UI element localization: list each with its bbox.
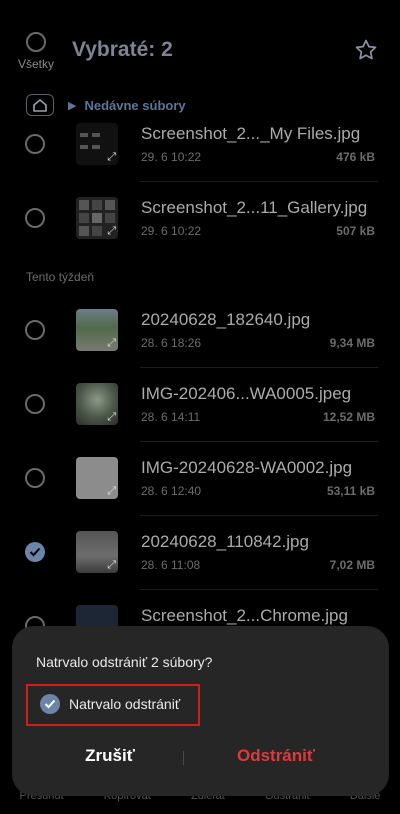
star-icon[interactable] [354, 38, 378, 62]
expand-icon: ⤢ [107, 151, 116, 163]
file-date: 29. 6 10:22 [141, 224, 202, 238]
checkbox-checked-icon[interactable] [40, 694, 60, 714]
file-date: 28. 6 14:11 [141, 410, 201, 424]
file-name: IMG-20240628-WA0002.jpg [141, 458, 353, 477]
file-name: Screenshot_2...Chrome.jpg [141, 606, 348, 625]
file-size: 7,02 MB [329, 558, 375, 572]
breadcrumb: ▶ Nedávne súbory [26, 92, 186, 118]
file-date: 28. 6 18:26 [141, 336, 202, 350]
file-name: Screenshot_2...11_Gallery.jpg [141, 198, 368, 217]
file-date: 29. 6 10:22 [141, 150, 202, 164]
breadcrumb-arrow-icon: ▶ [68, 99, 77, 112]
file-date: 28. 6 11:08 [141, 558, 201, 572]
checkmark-icon [44, 699, 56, 709]
file-name: 20240628_110842.jpg [141, 532, 309, 551]
breadcrumb-recent-files[interactable]: Nedávne súbory [84, 98, 185, 113]
file-thumbnail: ⤢ [76, 309, 118, 351]
row-select-radio[interactable] [25, 468, 45, 488]
select-all-label: Všetky [17, 57, 54, 71]
file-date: 28. 6 12:40 [141, 484, 202, 498]
select-all-toggle[interactable]: Všetky [14, 32, 58, 71]
row-selected-check-icon[interactable] [25, 542, 45, 562]
file-row[interactable]: ⤢ IMG-20240628-WA0002.jpg 28. 6 12:40 53… [0, 442, 400, 516]
permanent-delete-checkbox[interactable]: Natrvalo odstrániť [40, 694, 180, 714]
expand-icon: ⤢ [107, 337, 116, 349]
file-row[interactable]: ⤢ Screenshot_2..._My Files.jpg 29. 6 10:… [0, 118, 400, 182]
file-size: 507 kB [336, 224, 375, 238]
file-row[interactable]: ⤢ 20240628_182640.jpg 28. 6 18:26 9,34 M… [0, 294, 400, 368]
selection-count-title: Vybraté: 2 [72, 38, 173, 61]
section-header: Tento týždeň [26, 270, 95, 284]
file-list: ⤢ Screenshot_2..._My Files.jpg 29. 6 10:… [0, 118, 400, 630]
row-select-radio[interactable] [25, 320, 45, 340]
home-button[interactable] [26, 94, 54, 116]
file-thumbnail: ⤢ [76, 197, 118, 239]
file-name: IMG-202406...WA0005.jpeg [141, 384, 352, 403]
file-row[interactable]: ⤢ IMG-202406...WA0005.jpeg 28. 6 14:11 1… [0, 368, 400, 442]
checkmark-icon [29, 547, 41, 557]
file-row[interactable]: Screenshot_2...Chrome.jpg [0, 590, 400, 630]
file-name: 20240628_182640.jpg [141, 310, 311, 329]
expand-icon: ⤢ [107, 559, 116, 571]
file-size: 9,34 MB [329, 336, 375, 350]
cancel-button[interactable]: Zrušiť [84, 746, 136, 766]
file-row-selected[interactable]: ⤢ 20240628_110842.jpg 28. 6 11:08 7,02 M… [0, 516, 400, 590]
select-all-radio[interactable] [26, 32, 46, 52]
row-select-radio[interactable] [25, 134, 45, 154]
file-thumbnail: ⤢ [76, 531, 118, 573]
checkbox-label: Natrvalo odstrániť [69, 696, 181, 712]
file-name: Screenshot_2..._My Files.jpg [141, 124, 361, 143]
delete-button[interactable]: Odstrániť [230, 746, 322, 766]
top-app-bar: Všetky Vybraté: 2 [0, 0, 400, 90]
home-icon [33, 98, 47, 112]
expand-icon: ⤢ [107, 485, 116, 497]
delete-confirmation-dialog: Natrvalo odstrániť 2 súbory? Natrvalo od… [12, 626, 389, 796]
file-row[interactable]: ⤢ Screenshot_2...11_Gallery.jpg 29. 6 10… [0, 182, 400, 256]
button-separator [183, 751, 184, 765]
file-size: 53,11 kB [326, 484, 375, 498]
file-size: 12,52 MB [322, 410, 375, 424]
row-select-radio[interactable] [25, 208, 45, 228]
file-thumbnail: ⤢ [76, 123, 118, 165]
file-thumbnail: ⤢ [76, 383, 118, 425]
file-size: 476 kB [336, 150, 375, 164]
dialog-title: Natrvalo odstrániť 2 súbory? [36, 654, 213, 670]
row-select-radio[interactable] [25, 394, 45, 414]
expand-icon: ⤢ [107, 411, 116, 423]
expand-icon: ⤢ [107, 225, 116, 237]
file-thumbnail: ⤢ [76, 457, 118, 499]
